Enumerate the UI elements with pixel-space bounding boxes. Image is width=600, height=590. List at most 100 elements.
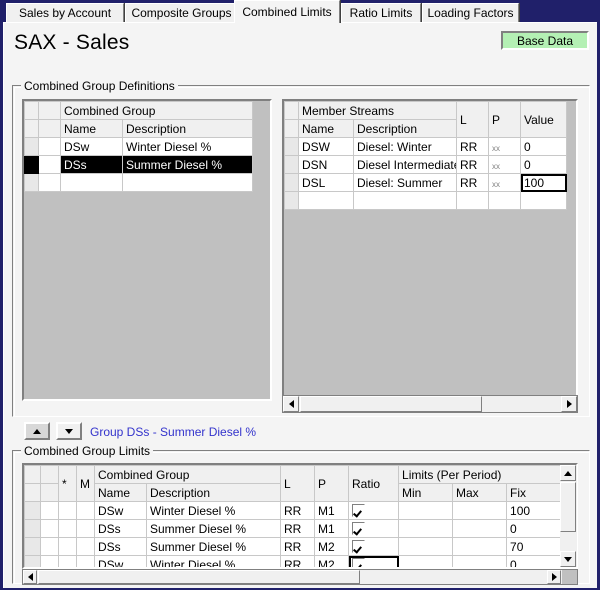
checkbox-icon[interactable] — [352, 504, 365, 517]
cell-description[interactable]: Winter Diesel % — [147, 556, 281, 570]
cell-description[interactable]: Winter Diesel % — [123, 138, 253, 156]
row-selector[interactable] — [25, 520, 41, 538]
cell-blank[interactable] — [41, 556, 59, 570]
cell-description[interactable] — [354, 192, 457, 210]
row-marker[interactable] — [39, 138, 61, 156]
cell-p[interactable]: M2 — [315, 556, 349, 570]
cell-asterisk[interactable] — [59, 502, 77, 520]
tab-ratio-limits[interactable]: Ratio Limits — [341, 3, 421, 22]
cell-description[interactable]: Winter Diesel % — [147, 502, 281, 520]
cell-description[interactable]: Diesel Intermediate — [354, 156, 457, 174]
cell-min[interactable] — [399, 556, 453, 570]
cell-value[interactable]: 0 — [521, 138, 567, 156]
hscroll-thumb[interactable] — [38, 570, 360, 584]
cell-min[interactable] — [399, 502, 453, 520]
cell-ratio-checkbox[interactable] — [349, 502, 399, 520]
limits-vscrollbar[interactable] — [560, 465, 577, 567]
row-selector[interactable] — [285, 138, 299, 156]
cell-name[interactable]: DSs — [61, 156, 123, 174]
cell-blank[interactable] — [41, 538, 59, 556]
cell-value-focused[interactable]: 100 — [521, 174, 567, 192]
cell-l[interactable]: RR — [281, 502, 315, 520]
row-selector[interactable] — [25, 156, 39, 174]
cell-l[interactable]: RR — [281, 556, 315, 570]
cell-description[interactable]: Summer Diesel % — [123, 156, 253, 174]
combined-group-definitions-grid[interactable]: Combined Group Name Description DSw Wint… — [22, 99, 272, 401]
cell-fix[interactable]: 100 — [507, 502, 563, 520]
cell-p[interactable]: xx — [489, 174, 521, 192]
cell-m[interactable] — [77, 556, 95, 570]
cell-m[interactable] — [77, 538, 95, 556]
cell-fix[interactable]: 0 — [507, 556, 563, 570]
table-row[interactable]: DSW Diesel: Winter RR xx 0 — [285, 138, 567, 156]
cell-name[interactable] — [61, 174, 123, 192]
previous-group-button[interactable] — [24, 422, 50, 440]
next-group-button[interactable] — [56, 422, 82, 440]
cell-name[interactable]: DSw — [61, 138, 123, 156]
table-row[interactable]: DSw Winter Diesel % RR M2 0 — [25, 556, 563, 570]
cell-p[interactable] — [489, 192, 521, 210]
checkbox-icon[interactable] — [352, 522, 365, 535]
scroll-up-button[interactable] — [560, 465, 576, 481]
row-selector[interactable] — [25, 538, 41, 556]
tab-loading-factors[interactable]: Loading Factors — [422, 3, 519, 22]
member-streams-hscrollbar[interactable] — [282, 395, 578, 413]
cell-value[interactable]: 0 — [521, 156, 567, 174]
cell-max[interactable] — [453, 520, 507, 538]
cell-p[interactable]: xx — [489, 138, 521, 156]
cell-p[interactable]: M2 — [315, 538, 349, 556]
cell-l[interactable]: RR — [457, 138, 489, 156]
cell-m[interactable] — [77, 502, 95, 520]
cell-name[interactable]: DSW — [299, 138, 354, 156]
cell-name[interactable] — [299, 192, 354, 210]
cell-asterisk[interactable] — [59, 538, 77, 556]
hscroll-thumb[interactable] — [300, 396, 482, 412]
cell-name[interactable]: DSs — [95, 520, 147, 538]
cell-name[interactable]: DSs — [95, 538, 147, 556]
cell-description[interactable]: Summer Diesel % — [147, 538, 281, 556]
row-selector[interactable] — [285, 156, 299, 174]
cell-name[interactable]: DSw — [95, 556, 147, 570]
cell-max[interactable] — [453, 556, 507, 570]
cell-blank[interactable] — [41, 502, 59, 520]
scroll-right-button[interactable] — [547, 570, 561, 584]
cell-min[interactable] — [399, 520, 453, 538]
checkbox-icon[interactable] — [352, 558, 365, 570]
cell-l[interactable]: RR — [457, 174, 489, 192]
cell-m[interactable] — [77, 520, 95, 538]
cell-description[interactable] — [123, 174, 253, 192]
cell-name[interactable]: DSw — [95, 502, 147, 520]
cell-description[interactable]: Diesel: Winter — [354, 138, 457, 156]
cell-max[interactable] — [453, 502, 507, 520]
cell-fix[interactable]: 0 — [507, 520, 563, 538]
scroll-left-button[interactable] — [283, 396, 299, 412]
cell-asterisk[interactable] — [59, 556, 77, 570]
row-marker[interactable] — [39, 156, 61, 174]
table-row[interactable]: DSw Winter Diesel % RR M1 100 — [25, 502, 563, 520]
cell-description[interactable]: Summer Diesel % — [147, 520, 281, 538]
cell-name[interactable]: DSN — [299, 156, 354, 174]
cell-p[interactable]: M1 — [315, 502, 349, 520]
row-selector[interactable] — [25, 174, 39, 192]
member-streams-grid[interactable]: Member Streams L P Value Name Descriptio… — [282, 99, 578, 401]
row-selector[interactable] — [285, 192, 299, 210]
scroll-left-button[interactable] — [23, 570, 37, 584]
vscroll-thumb[interactable] — [560, 482, 576, 532]
tab-combined-limits[interactable]: Combined Limits — [234, 0, 340, 23]
cell-name[interactable]: DSL — [299, 174, 354, 192]
table-row[interactable]: DSw Winter Diesel % — [25, 138, 253, 156]
combined-group-limits-grid[interactable]: * M Combined Group L P Ratio Limits (Per… — [22, 463, 578, 569]
table-row-selected[interactable]: DSs Summer Diesel % — [25, 156, 253, 174]
row-marker[interactable] — [39, 174, 61, 192]
cell-l[interactable] — [457, 192, 489, 210]
checkbox-icon[interactable] — [352, 540, 365, 553]
cell-ratio-checkbox[interactable] — [349, 520, 399, 538]
cell-l[interactable]: RR — [281, 520, 315, 538]
cell-ratio-checkbox[interactable] — [349, 538, 399, 556]
table-row[interactable]: DSL Diesel: Summer RR xx 100 — [285, 174, 567, 192]
cell-l[interactable]: RR — [457, 156, 489, 174]
cell-p[interactable]: xx — [489, 156, 521, 174]
table-row[interactable]: DSN Diesel Intermediate RR xx 0 — [285, 156, 567, 174]
limits-hscrollbar[interactable] — [22, 569, 578, 585]
cell-value[interactable] — [521, 192, 567, 210]
